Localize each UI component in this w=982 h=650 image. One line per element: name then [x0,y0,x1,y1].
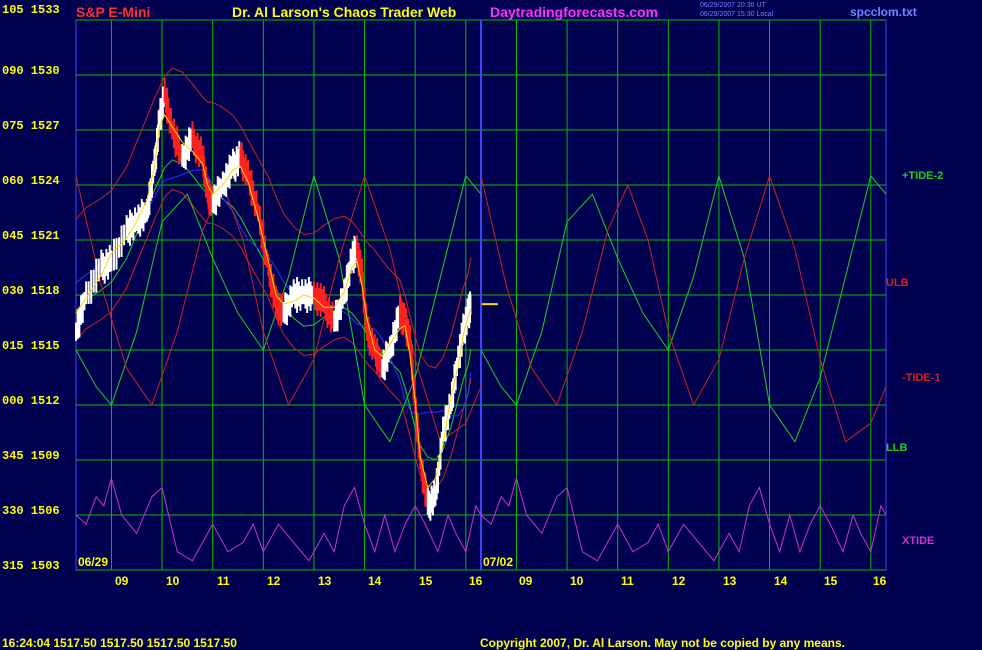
header-stamp-local: 06/29/2007 15:30 Local [700,11,774,18]
chart-plot [75,19,887,571]
x-tick-label: 14 [368,574,382,588]
label-tide2: +TIDE-2 [902,170,944,182]
x-tick-label: 12 [267,574,281,588]
x-tick-label: 10 [570,574,584,588]
x-tick-label: 10 [166,574,180,588]
x-tick-label: 16 [873,574,887,588]
tide-2-line-day2 [480,173,887,443]
y-tick-label: 105 1533 [2,3,60,17]
y-tick-label: 045 1521 [2,229,60,243]
label-ulb: ULB [886,277,909,289]
x-tick-label: 14 [774,574,788,588]
session-label-day2: 07/02 [483,555,514,569]
header-symbol: S&P E-Mini [76,4,151,20]
y-tick-label: 315 1503 [2,559,60,573]
footer-copyright: Copyright 2007, Dr. Al Larson. May not b… [480,636,845,650]
y-tick-label: 075 1527 [2,119,60,133]
header-stamp-ut: 06/29/2007 20:30 UT [700,2,766,9]
session-label-day1: 06/29 [78,555,109,569]
label-xtide: XTIDE [902,535,935,547]
label-llb: LLB [886,442,908,454]
xtide-line-day2 [480,476,887,562]
y-tick-label: 330 1506 [2,504,60,518]
x-tick-label: 09 [115,574,129,588]
label-tide1: -TIDE-1 [902,372,941,384]
x-tick-label: 15 [419,574,433,588]
tide-1-line-day2 [480,174,887,443]
x-tick-label: 12 [672,574,686,588]
y-tick-label: 015 1515 [2,339,60,353]
x-tick-label: 11 [621,574,634,588]
x-tick-label: 13 [318,574,332,588]
x-tick-label: 15 [824,574,838,588]
header-file: spcclom.txt [850,5,917,19]
y-tick-label: 030 1518 [2,284,60,298]
lower-band-line [75,188,472,490]
x-tick-label: 13 [723,574,737,588]
x-tick-label: 11 [217,574,230,588]
footer-quote: 16:24:04 1517.50 1517.50 1517.50 1517.50 [2,636,237,650]
x-tick-label: 09 [519,574,533,588]
y-tick-label: 060 1524 [2,174,60,188]
xtide-line-day1 [75,476,482,562]
y-tick-label: 090 1530 [2,64,60,78]
header-site-link[interactable]: Daytradingforecasts.com [490,4,658,20]
y-tick-label: 345 1509 [2,449,60,463]
x-tick-label: 16 [469,574,483,588]
header-title: Dr. Al Larson's Chaos Trader Web [232,4,457,20]
y-tick-label: 000 1512 [2,394,60,408]
